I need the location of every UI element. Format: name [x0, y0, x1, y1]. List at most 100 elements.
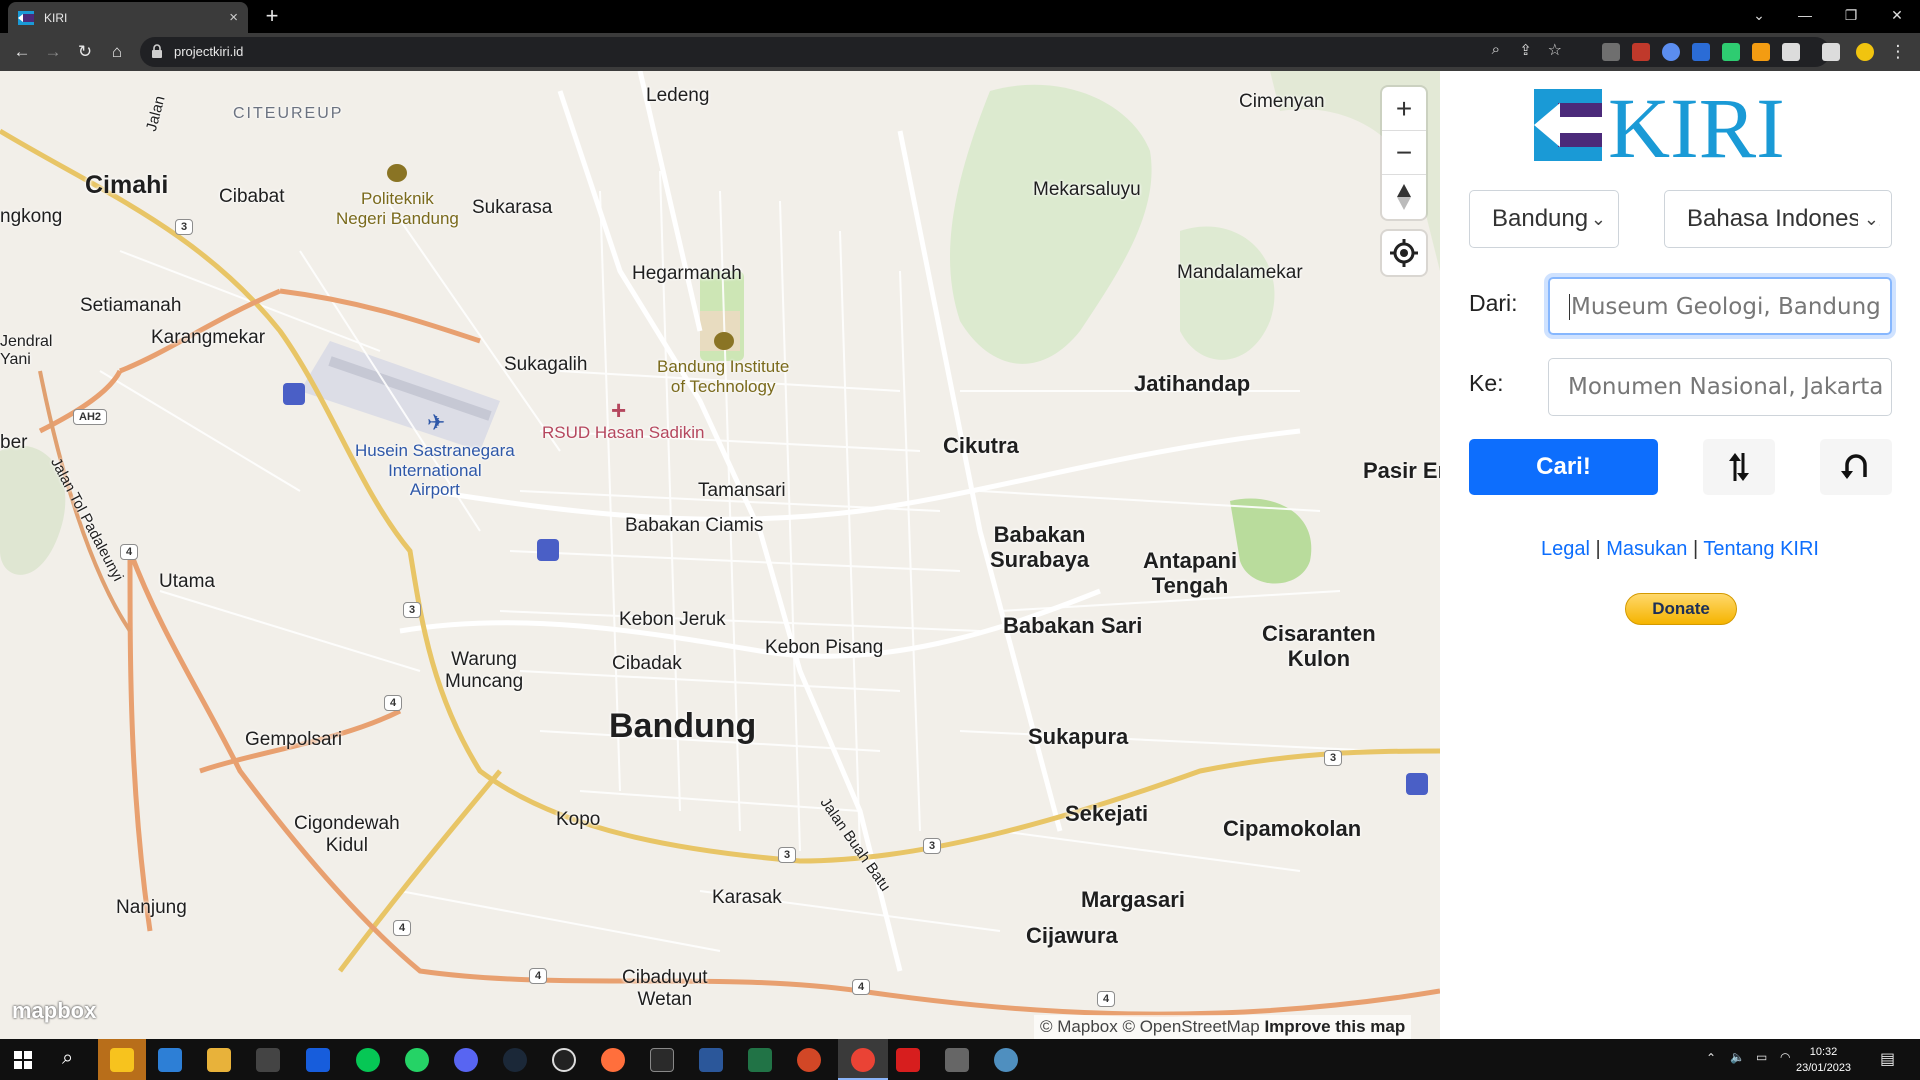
sticky-notes-icon[interactable]: [110, 1048, 134, 1072]
legal-link[interactable]: Legal: [1541, 538, 1590, 560]
reload-icon[interactable]: ↻: [73, 41, 97, 63]
side-panel-icon[interactable]: [1822, 43, 1840, 61]
place-label: Cipamokolan: [1223, 816, 1362, 841]
extension-icon-5[interactable]: [1722, 43, 1740, 61]
zoom-icon[interactable]: ⌕: [1492, 41, 1500, 58]
compass-icon[interactable]: [1382, 175, 1426, 219]
browser-toolbar: ← → ↻ ⌂ projectkiri.id ⌕ ⇪ ☆ ⋮: [0, 33, 1920, 71]
place-label: Jendral Yani: [0, 333, 53, 369]
extensions-puzzle-icon[interactable]: [1782, 43, 1800, 61]
menu-kebab-icon[interactable]: ⋮: [1886, 41, 1910, 63]
road-shield: 4: [1097, 991, 1116, 1007]
battery-icon[interactable]: ▭: [1756, 1050, 1767, 1064]
place-label: Mekarsaluyu: [1033, 179, 1141, 200]
back-icon[interactable]: ←: [10, 41, 34, 63]
powerpoint-icon[interactable]: [797, 1048, 821, 1072]
home-icon[interactable]: ⌂: [105, 41, 129, 63]
obs-icon[interactable]: [552, 1048, 576, 1072]
from-input[interactable]: Museum Geologi, Bandung: [1548, 277, 1892, 335]
map-canvas[interactable]: CITEUREUP Cimahi Cibabat ngkong Setiaman…: [0, 71, 1440, 1039]
epic-games-icon[interactable]: [650, 1048, 674, 1072]
extension-ublock-icon[interactable]: [1632, 43, 1650, 61]
windows-taskbar: ⌕ ⌃ 🔈 ▭ ◠ 10:32 23/01/2023 ▤: [0, 1039, 1920, 1080]
extension-icon-1[interactable]: [1602, 43, 1620, 61]
whatsapp-icon[interactable]: [405, 1048, 429, 1072]
forward-icon[interactable]: →: [41, 41, 65, 63]
minimize-button[interactable]: —: [1782, 0, 1828, 30]
chrome-icon[interactable]: [851, 1048, 875, 1072]
improve-map-link[interactable]: Improve this map: [1264, 1017, 1405, 1036]
app-icon-cube[interactable]: [256, 1048, 280, 1072]
city-select[interactable]: Bandung ⌄: [1469, 190, 1619, 248]
tab-search-icon[interactable]: ⌄: [1736, 0, 1782, 30]
airport-icon: ✈: [427, 410, 446, 435]
profile-avatar[interactable]: [1856, 43, 1874, 61]
feedback-link[interactable]: Masukan: [1606, 538, 1687, 560]
place-label: Gempolsari: [245, 729, 343, 750]
mapbox-logo[interactable]: mapbox: [12, 998, 96, 1024]
zoom-in-button[interactable]: +: [1382, 87, 1426, 131]
place-label: Cibabat: [219, 186, 285, 207]
donate-button[interactable]: Donate: [1625, 593, 1737, 625]
system-clock[interactable]: 10:32 23/01/2023: [1796, 1044, 1851, 1076]
place-label-bandung: Bandung: [609, 707, 757, 745]
discord-icon[interactable]: [454, 1048, 478, 1072]
browser-tab[interactable]: KIRI ×: [8, 2, 248, 33]
excel-icon[interactable]: [748, 1048, 772, 1072]
poi-label: RSUD Hasan Sadikin: [542, 423, 705, 442]
line-app-icon[interactable]: [356, 1048, 380, 1072]
browser-tabbar: KIRI × + ⌄ — ❐ ✕: [0, 0, 1920, 33]
attribution-text[interactable]: © Mapbox © OpenStreetMap: [1040, 1017, 1260, 1036]
tray-chevron-icon[interactable]: ⌃: [1706, 1051, 1716, 1065]
windows-start-icon[interactable]: [14, 1051, 32, 1069]
steam-icon[interactable]: [503, 1048, 527, 1072]
kiri-favicon-icon: [18, 10, 34, 25]
language-select[interactable]: Bahasa Indonesia ⌄: [1664, 190, 1892, 248]
place-label: Kebon Jeruk: [619, 609, 726, 630]
place-label: Mandalamekar: [1177, 262, 1303, 283]
share-icon[interactable]: ⇪: [1519, 41, 1532, 59]
extension-icon-6[interactable]: [1752, 43, 1770, 61]
about-link[interactable]: Tentang KIRI: [1703, 538, 1819, 560]
footer-links: Legal | Masukan | Tentang KIRI: [1440, 538, 1920, 561]
media-player-icon[interactable]: [158, 1048, 182, 1072]
app-icon-window[interactable]: [945, 1048, 969, 1072]
swap-button[interactable]: [1703, 439, 1775, 495]
bitwarden-icon[interactable]: [306, 1048, 330, 1072]
zoom-out-button[interactable]: −: [1382, 131, 1426, 175]
place-label: Cimenyan: [1239, 91, 1325, 112]
geolocate-button[interactable]: [1382, 231, 1426, 275]
reset-button[interactable]: [1820, 439, 1892, 495]
undo-arrow-icon: [1841, 454, 1867, 479]
file-explorer-icon[interactable]: [207, 1048, 231, 1072]
tab-close-icon[interactable]: ×: [229, 9, 238, 26]
to-input[interactable]: Monumen Nasional, Jakarta: [1548, 358, 1892, 416]
close-window-button[interactable]: ✕: [1874, 0, 1920, 30]
extension-icon-4[interactable]: [1692, 43, 1710, 61]
place-label: Cigondewah Kidul: [294, 813, 400, 856]
word-icon[interactable]: [699, 1048, 723, 1072]
route-panel: KIRI Bandung ⌄ Bahasa Indonesia ⌄ Dari: …: [1440, 71, 1920, 1039]
extension-icon-3[interactable]: [1662, 43, 1680, 61]
new-tab-button[interactable]: +: [260, 5, 284, 29]
search-icon[interactable]: ⌕: [62, 1047, 73, 1070]
restore-button[interactable]: ❐: [1828, 0, 1874, 30]
acrobat-icon[interactable]: [896, 1048, 920, 1072]
place-label: Cisaranten Kulon: [1262, 621, 1376, 672]
app-icon-orange[interactable]: [601, 1048, 625, 1072]
from-label: Dari:: [1469, 290, 1518, 316]
link-separator: |: [1687, 538, 1704, 560]
place-label: ngkong: [0, 206, 63, 227]
wifi-icon[interactable]: ◠: [1780, 1050, 1790, 1064]
notifications-icon[interactable]: ▤: [1880, 1049, 1895, 1069]
bookmark-star-icon[interactable]: ☆: [1548, 40, 1562, 60]
app-icon-bird[interactable]: [994, 1048, 1018, 1072]
volume-icon[interactable]: 🔈: [1730, 1050, 1745, 1064]
place-label: Cibadak: [612, 653, 682, 674]
clock-time: 10:32: [1809, 1046, 1838, 1058]
train-station-icon: [537, 539, 559, 561]
place-label: ber: [0, 432, 28, 453]
search-button[interactable]: Cari!: [1469, 439, 1658, 495]
address-bar[interactable]: projectkiri.id ⌕ ⇪ ☆: [140, 37, 1830, 67]
chevron-down-icon: ⌄: [1857, 191, 1879, 247]
